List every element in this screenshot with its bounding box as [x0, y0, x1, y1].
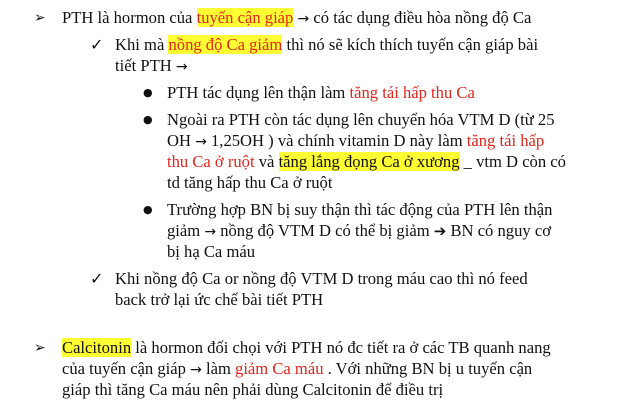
section-arrow-icon: ➢: [34, 10, 46, 26]
text: td tăng hấp thu Ca ở ruột: [167, 173, 333, 192]
text: thì nó sẽ kích thích tuyến cận giáp bài: [282, 35, 539, 54]
text: và: [254, 152, 279, 171]
calcitonin-line-2: của tuyến cận giáp → làm giảm Ca máu . V…: [62, 359, 532, 380]
text: 1,25OH ) và chính vitamin D này làm: [206, 131, 467, 150]
red-text: thu Ca ở ruột: [167, 152, 255, 171]
arrow-icon: →: [190, 362, 202, 378]
vitamin-d-line-4: td tăng hấp thu Ca ở ruột: [167, 173, 332, 193]
vitamin-d-line-2: OH → 1,25OH ) và chính vitamin D này làm…: [167, 131, 544, 152]
arrow-icon: →: [204, 224, 217, 240]
text: làm: [201, 359, 236, 378]
vitamin-d-line-3: thu Ca ở ruột và tăng lắng đọng Ca ở xươ…: [167, 152, 566, 172]
highlighted-text: tăng lắng đọng Ca ở xương: [278, 152, 460, 171]
kidney-failure-line-2: giảm → nồng độ VTM D có thể bị giảm ➔ BN…: [167, 221, 551, 242]
calcitonin-line-1: Calcitonin là hormon đối chọi với PTH nó…: [62, 338, 551, 358]
text: Trường hợp BN bị suy thận thì tác động c…: [167, 200, 553, 219]
red-text: giảm Ca máu: [235, 359, 324, 378]
feedback-line-2: back trở lại ức chế bài tiết PTH: [115, 290, 323, 310]
section-arrow-icon: ➢: [34, 340, 46, 356]
bullet-icon: ●: [143, 86, 153, 99]
red-text: tăng tái hấp: [466, 131, 545, 150]
kidney-failure-line-3: bị hạ Ca máu: [167, 242, 255, 262]
text: Khi mà: [115, 35, 169, 54]
pth-intro-line: PTH là hormon của tuyến cận giáp → có tá…: [62, 8, 531, 29]
text: có tác dụng điều hòa nồng độ Ca: [309, 8, 532, 27]
text: PTH là hormon của: [62, 8, 197, 27]
highlighted-text: nồng độ Ca giảm: [168, 35, 283, 54]
text: back trở lại ức chế bài tiết PTH: [115, 290, 324, 309]
checkmark-icon: ✓: [90, 269, 104, 288]
text: nồng độ VTM D có thể bị giảm: [216, 221, 434, 240]
bold-arrow-icon: ➔: [433, 222, 447, 240]
text: tiết PTH: [115, 56, 176, 75]
arrow-icon: →: [195, 134, 207, 150]
document-page: ➢ PTH là hormon của tuyến cận giáp → có …: [0, 0, 637, 410]
text: giảm: [167, 221, 205, 240]
text: giáp thì tăng Ca máu nên phải dùng Calci…: [62, 380, 444, 399]
arrow-icon: →: [175, 59, 188, 75]
text: OH: [167, 131, 196, 150]
kidney-failure-line-1: Trường hợp BN bị suy thận thì tác động c…: [167, 200, 552, 220]
text: của tuyến cận giáp: [62, 359, 191, 378]
vitamin-d-line-1: Ngoài ra PTH còn tác dụng lên chuyển hóa…: [167, 110, 555, 130]
red-text: tăng tái hấp thu Ca: [349, 83, 475, 102]
kidney-effect-line: PTH tác dụng lên thận làm tăng tái hấp t…: [167, 83, 475, 103]
feedback-line-1: Khi nồng độ Ca or nồng độ VTM D trong má…: [115, 269, 528, 289]
text: là hormon đối chọi với PTH nó đc tiết ra…: [131, 338, 551, 357]
text: PTH tác dụng lên thận làm: [167, 83, 350, 102]
arrow-icon: →: [297, 11, 310, 27]
text: _ vtm D còn có: [459, 152, 566, 171]
text: Khi nồng độ Ca or nồng độ VTM D trong má…: [115, 269, 528, 288]
ca-decrease-line-1: Khi mà nồng độ Ca giảm thì nó sẽ kích th…: [115, 35, 538, 55]
text: . Với những BN bị u tuyến cận: [323, 359, 533, 378]
ca-decrease-line-2: tiết PTH →: [115, 56, 188, 77]
text: bị hạ Ca máu: [167, 242, 256, 261]
checkmark-icon: ✓: [90, 35, 104, 54]
highlighted-text: tuyến cận giáp: [196, 8, 294, 27]
highlighted-text: Calcitonin: [62, 338, 132, 357]
bullet-icon: ●: [143, 113, 153, 126]
text: BN có nguy cơ: [446, 221, 551, 240]
text: Ngoài ra PTH còn tác dụng lên chuyển hóa…: [167, 110, 555, 129]
calcitonin-line-3: giáp thì tăng Ca máu nên phải dùng Calci…: [62, 380, 443, 400]
bullet-icon: ●: [143, 203, 153, 216]
